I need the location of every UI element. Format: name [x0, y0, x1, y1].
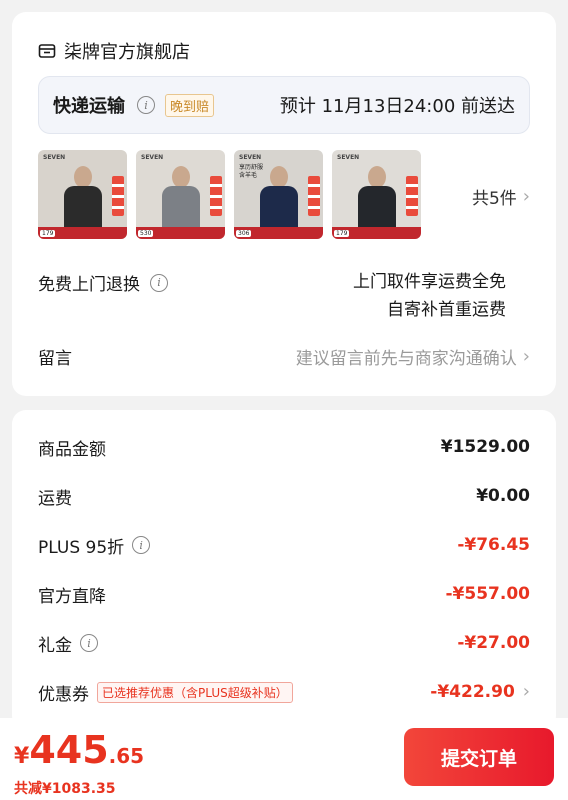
plus-discount-label-wrap: PLUS 95折 i [38, 533, 151, 558]
info-icon[interactable]: i [150, 273, 168, 292]
goods-amount-label: 商品金额 [38, 439, 106, 460]
plus-discount-row: PLUS 95折 i -¥76.45 [38, 530, 530, 560]
return-desc-line: 自寄补首重运费 [387, 300, 506, 320]
chevron-right-icon: › [522, 681, 530, 702]
total-decimal: .65 [108, 744, 145, 768]
product-thumbnails[interactable]: SEVEN 179 SEVEN 530 SEVEN 306 享历舒服 含羊毛 SEVEN 179 [38, 150, 421, 239]
checkout-bar: ¥445.65 共减¥1083.35 提交订单 [0, 718, 568, 800]
late-compensation-tag: 晚到赔 [165, 93, 215, 117]
return-service-desc: 上门取件享运费全免 自寄补首重运费 [353, 268, 506, 324]
gift-label-wrap: 礼金 i [38, 631, 98, 656]
shipping-method-box[interactable]: 快递运输 i 晚到赔 预计 11月13日24:00 前送达 [38, 76, 530, 134]
info-icon[interactable]: i [137, 96, 155, 114]
thumb-price: 179 [40, 230, 56, 237]
item-count: 共5件 [471, 189, 517, 209]
message-input[interactable]: 建议留言前先与商家沟通确认 [296, 344, 517, 369]
info-icon[interactable]: i [132, 536, 151, 554]
coupon-label-wrap: 优惠券 已选推荐优惠（含PLUS超级补贴） [38, 680, 293, 705]
coupon-label: 优惠券 [38, 684, 89, 705]
chevron-right-icon: › [522, 345, 530, 367]
total-currency: ¥ [14, 744, 30, 769]
brand-logo: SEVEN [239, 154, 262, 161]
delivery-eta: 预计 11月13日24:00 前送达 [279, 96, 515, 117]
official-discount-label: 官方直降 [38, 586, 106, 607]
store-header[interactable]: 柒牌官方旗舰店 [38, 38, 190, 64]
total-price: ¥445.65 [14, 728, 144, 772]
thumb-price: 306 [236, 230, 252, 237]
info-icon[interactable]: i [80, 634, 98, 652]
goods-amount-value: ¥1529.00 [440, 437, 530, 457]
goods-amount-row: 商品金额 ¥1529.00 [38, 432, 530, 462]
return-service-row: 免费上门退换 i [38, 270, 168, 295]
gift-row: 礼金 i -¥27.00 [38, 628, 530, 658]
coupon-tag: 已选推荐优惠（含PLUS超级补贴） [97, 681, 293, 703]
official-discount-row: 官方直降 -¥557.00 [38, 579, 530, 609]
freight-label: 运费 [38, 488, 72, 509]
thumb-overlay-text: 享历舒服 含羊毛 [239, 164, 264, 179]
gift-value: -¥27.00 [457, 633, 530, 653]
freight-value: ¥0.00 [476, 486, 530, 506]
brand-logo: SEVEN [43, 154, 66, 161]
product-thumbnail[interactable]: SEVEN 179 [38, 150, 127, 239]
freight-row: 运费 ¥0.00 [38, 481, 530, 511]
brand-logo: SEVEN [337, 154, 360, 161]
coupon-row[interactable]: 优惠券 已选推荐优惠（含PLUS超级补贴） -¥422.90 › [38, 677, 530, 707]
product-thumbnail[interactable]: SEVEN 179 [332, 150, 421, 239]
return-desc-line: 上门取件享运费全免 [353, 272, 506, 292]
model-head [269, 166, 288, 188]
shipping-label: 快递运输 [53, 96, 125, 117]
product-thumbnail[interactable]: SEVEN 306 享历舒服 含羊毛 [234, 150, 323, 239]
promo-badges [406, 176, 418, 216]
chevron-right-icon: › [522, 185, 530, 207]
model-head [171, 166, 190, 188]
official-discount-value: -¥557.00 [445, 584, 531, 604]
promo-badges [308, 176, 320, 216]
promo-badges [210, 176, 222, 216]
order-store-card: 柒牌官方旗舰店 快递运输 i 晚到赔 预计 11月13日24:00 前送达 SE… [12, 12, 556, 396]
message-row[interactable]: 留言 建议留言前先与商家沟通确认 › [38, 344, 530, 369]
submit-order-button[interactable]: 提交订单 [404, 728, 554, 786]
item-count-link[interactable]: 共5件 › [472, 184, 530, 209]
model-head [367, 166, 386, 188]
store-name[interactable]: 柒牌官方旗舰店 [64, 38, 190, 64]
model-head [73, 166, 92, 188]
coupon-value: -¥422.90 [430, 682, 515, 702]
brand-logo: SEVEN [141, 154, 164, 161]
plus-discount-label: PLUS 95折 [38, 537, 125, 558]
thumb-price: 530 [138, 230, 154, 237]
plus-discount-value: -¥76.45 [457, 535, 530, 555]
total-saved: 共减¥1083.35 [14, 781, 116, 797]
promo-badges [112, 176, 124, 216]
shop-icon [38, 44, 56, 58]
message-label: 留言 [38, 349, 72, 369]
total-integer: 445 [29, 728, 109, 772]
price-summary-card: 商品金额 ¥1529.00 运费 ¥0.00 PLUS 95折 i -¥76.4… [12, 410, 556, 730]
thumb-price: 179 [334, 230, 350, 237]
return-service-label: 免费上门退换 [38, 275, 140, 295]
gift-label: 礼金 [38, 635, 72, 656]
product-thumbnail[interactable]: SEVEN 530 [136, 150, 225, 239]
